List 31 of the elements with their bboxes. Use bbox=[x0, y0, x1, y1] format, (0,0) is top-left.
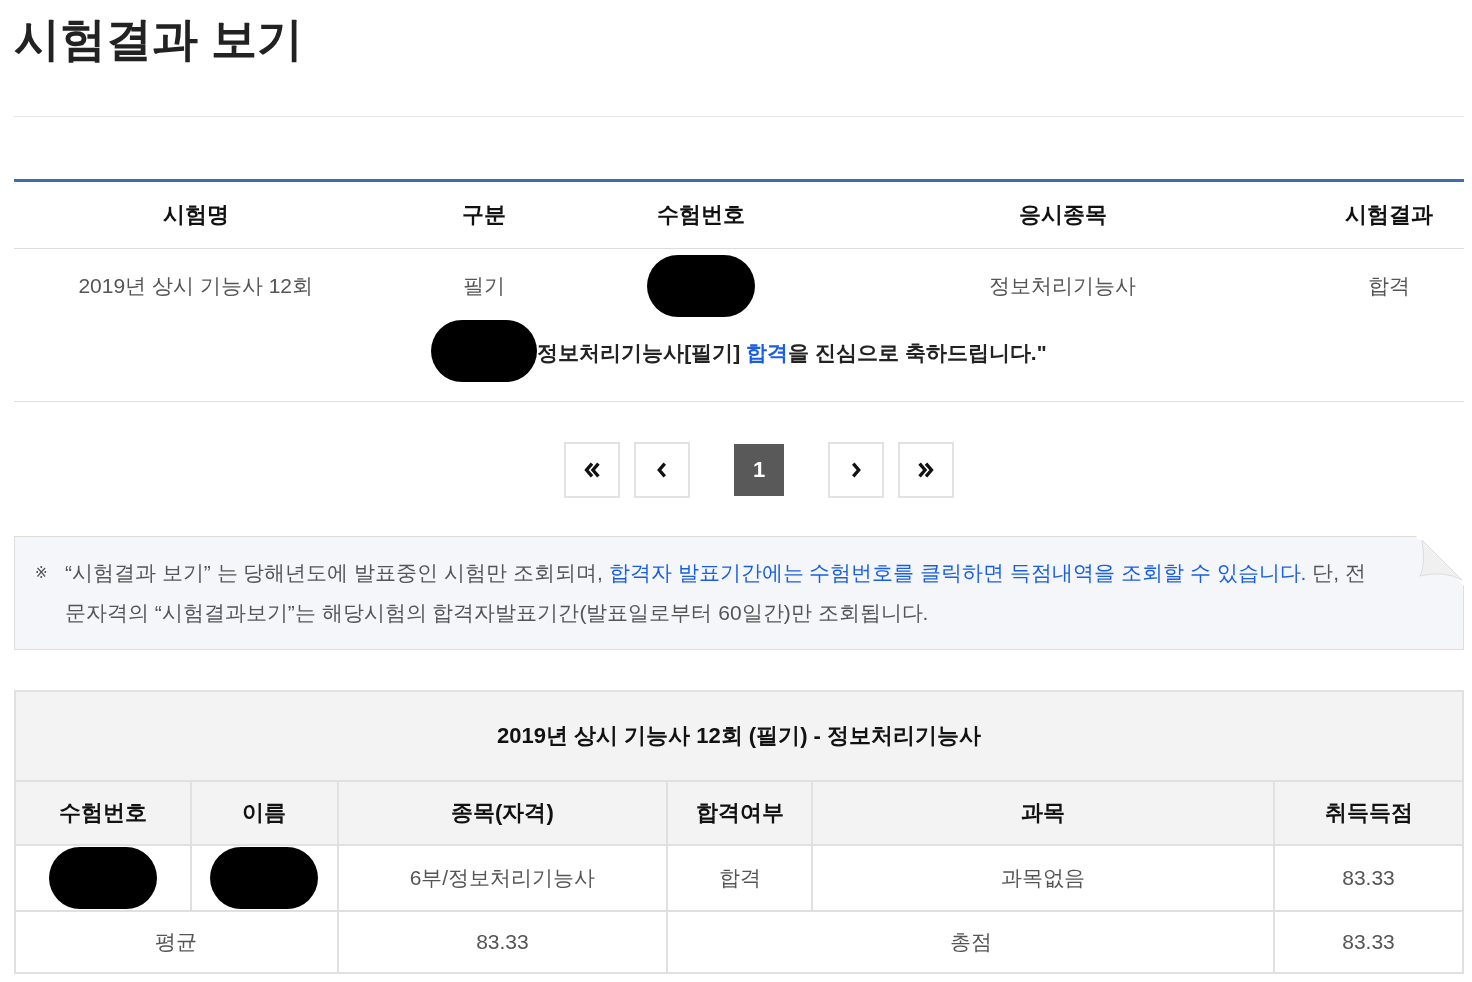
table-cell: 83.33 bbox=[1274, 845, 1463, 911]
column-header: 시험명 bbox=[14, 180, 378, 249]
column-header: 종목(자격) bbox=[337, 781, 668, 845]
table-cell: 83.33 bbox=[1274, 911, 1463, 973]
column-header: 수험번호 bbox=[15, 781, 191, 845]
column-header: 응시종목 bbox=[812, 180, 1313, 249]
column-header: 시험결과 bbox=[1313, 180, 1464, 249]
column-header: 취득득점 bbox=[1274, 781, 1463, 845]
column-header: 구분 bbox=[377, 180, 590, 249]
table-cell: 필기 bbox=[377, 248, 590, 323]
table-cell: 총점 bbox=[667, 911, 1275, 973]
column-header: 수험번호 bbox=[589, 180, 813, 249]
table-cell: 정보처리기능사 bbox=[812, 248, 1313, 323]
reference-mark: ※ bbox=[35, 563, 49, 583]
table-cell: 평균 bbox=[15, 911, 338, 973]
table-cell: 합격 bbox=[1313, 248, 1464, 323]
column-header: 합격여부 bbox=[667, 781, 813, 845]
last-page-button[interactable] bbox=[898, 442, 954, 498]
table-cell: 과목없음 bbox=[812, 845, 1275, 911]
notice-text: “시험결과 보기” 는 당해년도에 발표중인 시험만 조회되며, 합격자 발표기간에는 수험번호를 클릭하면 득점내역을 조회할 수 있습니다. 단, 전문자격의 “시험결과보기”는 해당시험의 합격자발표기간(발표일로부터 60일간)만 조회됩니다. bbox=[65, 560, 1367, 626]
table-cell: 6부/정보처리기능사 bbox=[337, 845, 668, 911]
column-header: 이름 bbox=[190, 781, 338, 845]
table-cell: 합격 bbox=[667, 845, 813, 911]
table-caption: 2019년 상시 기능사 12회 (필기) - 정보처리기능사 bbox=[15, 691, 1463, 781]
congratulation-message: 정보처리기능사[필기] 합격을 진심으로 축하드립니다." bbox=[537, 340, 1047, 366]
table-cell: 83.33 bbox=[337, 911, 668, 973]
table-cell: 2019년 상시 기능사 12회 bbox=[14, 248, 378, 323]
column-header: 과목 bbox=[812, 781, 1275, 845]
page-button[interactable]: 1 bbox=[734, 444, 784, 496]
page-title: 시험결과 보기 bbox=[14, 8, 1464, 117]
first-page-button[interactable] bbox=[564, 442, 620, 498]
